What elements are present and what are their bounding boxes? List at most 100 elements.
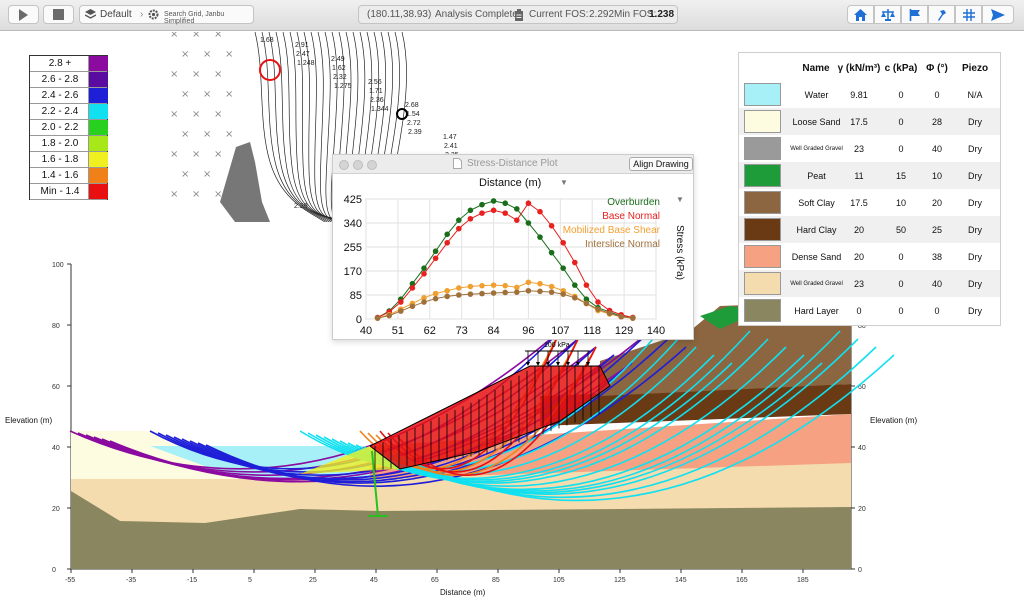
close-icon[interactable]: [339, 160, 349, 170]
series-legend-2[interactable]: Mobilized Base Shear: [563, 225, 661, 236]
series-point-0: [490, 198, 497, 204]
material-gamma: 20: [853, 225, 864, 235]
load-label: 100 kPa: [544, 342, 570, 349]
series-point-2: [525, 279, 532, 286]
scale-button[interactable]: [874, 5, 901, 24]
grid-button[interactable]: [955, 5, 982, 24]
contour-value-label: 1.344: [371, 106, 389, 113]
material-gamma: 23: [853, 144, 864, 154]
series-point-1: [548, 223, 555, 229]
series-point-3: [595, 306, 601, 312]
grid-x-marker: ×: [225, 89, 233, 100]
header-gamma: γ (kN/m³): [837, 63, 881, 74]
series-point-1: [409, 285, 416, 291]
material-row[interactable]: Loose Sand 17.5 0 28 Dry: [739, 108, 1000, 135]
series-legend-1[interactable]: Base Normal: [602, 211, 660, 222]
series-point-0: [514, 206, 520, 212]
legend-row: 2.6 - 2.8: [30, 72, 108, 88]
material-gamma: 9.81: [850, 90, 868, 100]
series-point-0: [432, 248, 439, 255]
series-point-3: [618, 313, 624, 320]
series-point-1: [572, 259, 578, 266]
anchor-button[interactable]: [928, 5, 955, 24]
material-row[interactable]: Soft Clay 17.5 10 20 Dry: [739, 189, 1000, 216]
contour-value-label: 1.275: [334, 83, 352, 90]
material-row[interactable]: Hard Layer 0 0 0 Dry: [739, 297, 1000, 324]
stress-y-tick: 85: [350, 290, 362, 302]
legend-row: 2.4 - 2.6: [30, 88, 108, 104]
series-point-2: [479, 282, 485, 289]
distance-ticks: -55 -35 -15 5 25 45 65 85 105 125 145 165 185: [65, 569, 809, 584]
y-tick-label: 80: [52, 323, 60, 330]
material-row[interactable]: Well Graded Gravel 23 0 40 Dry: [739, 135, 1000, 162]
material-swatch: [744, 245, 781, 268]
series-legend-3[interactable]: Interslice Normal: [585, 239, 660, 250]
send-icon: [991, 8, 1005, 21]
stress-distance-window[interactable]: Stress-Distance Plot Align Drawing Dista…: [332, 154, 694, 340]
legend-swatch: [88, 120, 108, 135]
load-arrow-head: [536, 362, 540, 366]
play-button[interactable]: [8, 5, 39, 24]
zoom-icon[interactable]: [367, 160, 377, 170]
contour-value-label: 2.56: [368, 79, 382, 86]
material-phi: 10: [931, 171, 942, 181]
series-legend-0[interactable]: Overburden: [607, 197, 660, 208]
minimize-icon[interactable]: [353, 160, 363, 170]
load-arrow-head: [556, 362, 560, 366]
contour-value-label: 2.72: [407, 120, 421, 127]
material-phi: 0: [934, 90, 940, 100]
document-icon: [453, 158, 462, 169]
material-swatch: [744, 272, 781, 295]
legend-swatch: [88, 56, 108, 71]
series-point-0: [456, 217, 462, 223]
material-gamma: 17.5: [850, 198, 868, 208]
stop-button[interactable]: [43, 5, 74, 24]
grid-x-marker: ×: [214, 149, 222, 160]
stress-x-tick: 40: [360, 325, 372, 337]
material-gamma: 17.5: [850, 117, 868, 127]
x-tick-label: 5: [248, 577, 252, 584]
series-point-1: [537, 208, 543, 215]
grid-x-marker: ×: [214, 32, 222, 40]
y-tick-label: 20: [52, 506, 60, 513]
x-tick-label: 145: [675, 577, 687, 584]
contour-value-label: 2.47: [296, 51, 310, 58]
series-point-3: [456, 292, 462, 298]
send-button[interactable]: [982, 5, 1014, 24]
series-point-3: [630, 315, 636, 321]
material-phi: 0: [934, 306, 940, 316]
legend-row: 2.0 - 2.2: [30, 120, 108, 136]
material-row[interactable]: Dense Sand 20 0 38 Dry: [739, 243, 1000, 270]
y-tick-label: 40: [52, 445, 60, 452]
grid-x-marker: ×: [170, 69, 178, 80]
stress-window-titlebar[interactable]: Stress-Distance Plot Align Drawing: [333, 155, 693, 174]
grid-x-marker: ×: [203, 49, 211, 60]
stress-y-tick: 170: [344, 266, 362, 278]
align-drawing-button[interactable]: Align Drawing: [629, 157, 693, 171]
series-point-0: [560, 265, 566, 271]
legend-label: 2.8 +: [48, 58, 72, 69]
stop-icon: [53, 9, 64, 20]
stress-axis-label: Stress (kPa): [674, 225, 685, 281]
grid-x-marker: ×: [203, 169, 211, 180]
material-row[interactable]: Peat 11 15 10 Dry: [739, 162, 1000, 189]
flag-button[interactable]: [901, 5, 928, 24]
series-point-3: [525, 287, 532, 294]
breadcrumb[interactable]: Default › Search Grid, Janbu Simplified: [79, 5, 254, 25]
material-row[interactable]: Water 9.81 0 0 N/A: [739, 81, 1000, 108]
legend-label: Min - 1.4: [40, 186, 80, 197]
legend-label: 1.6 - 1.8: [41, 154, 79, 165]
series-point-1: [490, 207, 497, 214]
legend-swatch: [88, 88, 108, 103]
series-point-3: [444, 293, 450, 300]
series-point-1: [456, 225, 462, 232]
home-button[interactable]: [847, 5, 874, 24]
contour-value-label: 2.39: [408, 129, 422, 136]
material-piezo: Dry: [968, 117, 982, 127]
legend-row: 1.8 - 2.0: [30, 136, 108, 152]
material-phi: 38: [931, 252, 942, 262]
material-row[interactable]: Well Graded Gravel 23 0 40 Dry: [739, 270, 1000, 297]
contour-value-label: 2.32: [333, 74, 347, 81]
material-row[interactable]: Hard Clay 20 50 25 Dry: [739, 216, 1000, 243]
series-point-1: [514, 217, 520, 223]
